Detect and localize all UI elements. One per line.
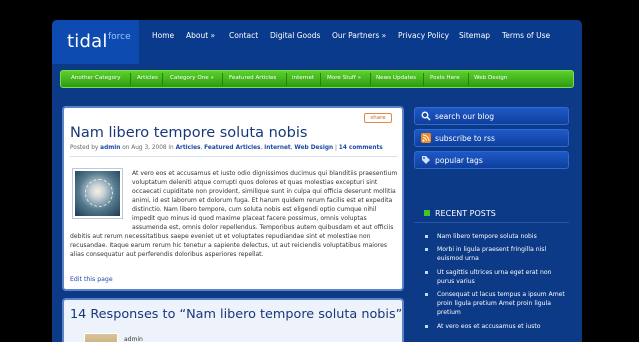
- logo[interactable]: tidal force: [52, 20, 139, 64]
- meta-author-link[interactable]: admin: [100, 145, 120, 151]
- avatar: [84, 333, 118, 342]
- meta-category-link[interactable]: Articles: [176, 145, 201, 151]
- meta-comments-link[interactable]: 14 comments: [339, 145, 383, 151]
- search-icon: [421, 111, 431, 121]
- menu-web-design[interactable]: Web Design: [474, 75, 507, 81]
- menu-another-category[interactable]: Another Category: [71, 75, 121, 81]
- meta-category-link[interactable]: Web Design: [294, 145, 333, 151]
- nav-sitemap[interactable]: Sitemap: [459, 31, 490, 40]
- subscribe-rss-label: subscribe to rss: [435, 134, 495, 143]
- menu-separator: [468, 73, 469, 86]
- menu-news-updates[interactable]: News Updates: [376, 75, 416, 81]
- tag-icon: [422, 156, 430, 164]
- responses-title: 14 Responses to “Nam libero tempore solu…: [70, 307, 403, 322]
- menu-separator: [320, 73, 321, 86]
- share-button[interactable]: share: [364, 113, 392, 123]
- recent-posts-heading: RECENT POSTS: [424, 209, 496, 218]
- meta-divider-line: [70, 156, 398, 157]
- search-blog-button[interactable]: search our blog: [414, 107, 569, 125]
- search-blog-label: search our blog: [435, 112, 495, 121]
- menu-separator: [130, 73, 131, 86]
- popular-tags-label: popular tags: [435, 156, 483, 165]
- menu-separator: [286, 73, 287, 86]
- recent-posts-title: RECENT POSTS: [435, 209, 496, 218]
- meta-prefix: Posted by: [70, 145, 99, 151]
- rss-icon: [421, 133, 431, 143]
- nav-terms-of-use[interactable]: Terms of Use: [502, 31, 550, 40]
- logo-sub-text: force: [108, 32, 131, 42]
- edit-page-link[interactable]: Edit this page: [70, 276, 113, 283]
- sidebar-divider: [414, 222, 569, 223]
- menu-more-stuff[interactable]: More Stuff »: [327, 75, 361, 81]
- nav-home[interactable]: Home: [152, 31, 174, 40]
- nav-privacy-policy[interactable]: Privacy Policy: [398, 31, 449, 40]
- page-frame: tidal force Home About » Contact Digital…: [52, 20, 582, 342]
- post-title[interactable]: Nam libero tempore soluta nobis: [70, 125, 307, 141]
- site-header: tidal force Home About » Contact Digital…: [52, 20, 582, 64]
- menu-internet[interactable]: internet: [292, 75, 314, 81]
- menu-articles[interactable]: Articles: [137, 75, 158, 81]
- recent-post-link[interactable]: Morbi in ligula praesent fringilla nisl …: [424, 245, 569, 263]
- thumbnail-spacer: [70, 170, 132, 230]
- nav-our-partners[interactable]: Our Partners »: [332, 31, 386, 40]
- nav-about[interactable]: About »: [186, 31, 215, 40]
- meta-date: on Aug 3, 2008 in: [122, 145, 174, 151]
- menu-featured-articles[interactable]: Featured Articles: [229, 75, 276, 81]
- subscribe-rss-button[interactable]: subscribe to rss: [414, 129, 569, 147]
- nav-contact[interactable]: Contact: [229, 31, 258, 40]
- responses-box: 14 Responses to “Nam libero tempore solu…: [62, 298, 404, 342]
- post-card: share Nam libero tempore soluta nobis Po…: [62, 106, 404, 291]
- menu-posts-here[interactable]: Posts Here: [430, 75, 460, 81]
- logo-main-text: tidal: [67, 31, 108, 52]
- recent-post-link[interactable]: Nam libero tempore soluta nobis: [424, 232, 569, 241]
- meta-category-link[interactable]: Featured Articles: [204, 145, 260, 151]
- post-meta: Posted by admin on Aug 3, 2008 in Articl…: [70, 145, 383, 151]
- menu-separator: [370, 73, 371, 86]
- meta-category-link[interactable]: internet: [264, 145, 291, 151]
- popular-tags-button[interactable]: popular tags: [414, 151, 569, 169]
- meta-divider: |: [335, 145, 337, 151]
- menu-category-one[interactable]: Category One »: [170, 75, 214, 81]
- green-square-icon: [424, 210, 430, 216]
- menu-separator: [222, 73, 223, 86]
- nav-digital-goods[interactable]: Digital Goods: [270, 31, 320, 40]
- recent-posts-list: Nam libero tempore soluta nobis Morbi in…: [424, 232, 569, 335]
- recent-post-link[interactable]: Ut sagittis ultrices urna eget erat non …: [424, 268, 569, 286]
- recent-post-link[interactable]: Consequat ut lacus tempus a ipsum Amet p…: [424, 290, 569, 318]
- menu-separator: [162, 73, 163, 86]
- recent-post-link[interactable]: At vero eos et accusamus et iusto: [424, 322, 569, 331]
- category-menu: Another Category Articles Category One »…: [60, 70, 574, 88]
- comment-author[interactable]: admin: [124, 336, 143, 342]
- post-body: At vero eos et accusamus et iusto odio d…: [70, 170, 399, 260]
- menu-separator: [423, 73, 424, 86]
